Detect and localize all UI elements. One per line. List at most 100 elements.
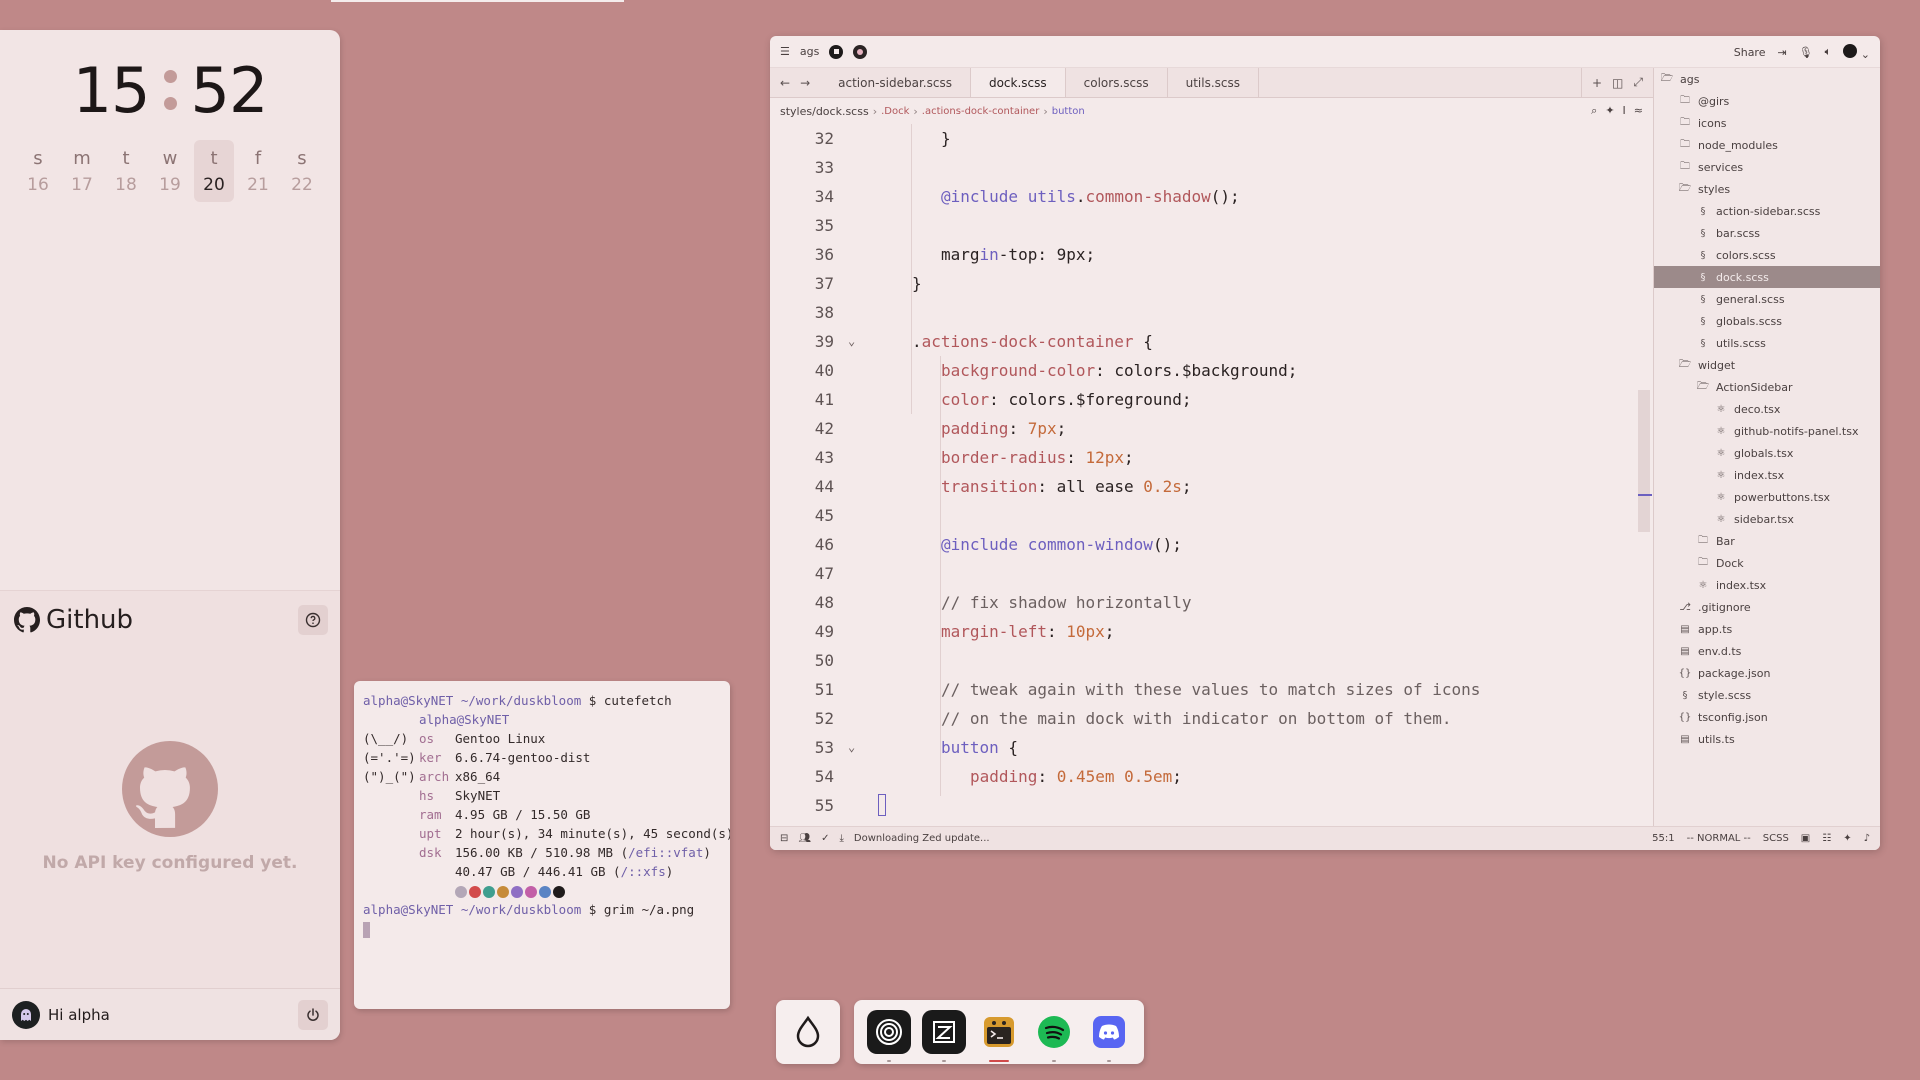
line-number[interactable]: 39 — [770, 327, 834, 356]
tree-folder[interactable]: 🗁 widget — [1654, 354, 1880, 376]
editor-tab[interactable]: colors.scss — [1066, 68, 1168, 97]
line-number[interactable]: 32 — [770, 124, 834, 153]
assistant-toggle-icon[interactable]: ✦ — [1843, 833, 1851, 844]
terminal-toggle-icon[interactable]: ▣ — [1801, 833, 1810, 844]
editor-tab[interactable]: action-sidebar.scss — [820, 68, 971, 97]
tree-folder[interactable]: 🗀 Dock — [1654, 552, 1880, 574]
calendar-day[interactable]: s 16 — [18, 140, 58, 202]
forward-arrow-icon[interactable]: → — [800, 76, 810, 90]
tree-folder[interactable]: 🗁 ags — [1654, 68, 1880, 90]
collab-icon[interactable]: 👥︎ — [798, 833, 811, 844]
tree-file[interactable]: ▤ env.d.ts — [1654, 640, 1880, 662]
tree-folder[interactable]: 🗀 Bar — [1654, 530, 1880, 552]
menu-icon[interactable]: ☰ — [780, 45, 790, 58]
tree-file[interactable]: {} package.json — [1654, 662, 1880, 684]
line-number[interactable]: 42 — [770, 414, 834, 443]
language-selector[interactable]: SCSS — [1763, 833, 1789, 844]
editor-tab[interactable]: utils.scss — [1168, 68, 1260, 97]
line-number[interactable]: 34 — [770, 182, 834, 211]
tree-file[interactable]: § style.scss — [1654, 684, 1880, 706]
avatar-icon[interactable] — [853, 44, 868, 59]
tree-folder[interactable]: 🗀 node_modules — [1654, 134, 1880, 156]
tree-folder[interactable]: 🗁 ActionSidebar — [1654, 376, 1880, 398]
calendar-day[interactable]: s 22 — [282, 140, 322, 202]
project-name[interactable]: ags — [800, 45, 819, 58]
avatar[interactable] — [12, 1000, 40, 1029]
dock-app[interactable] — [977, 1010, 1021, 1062]
tree-file[interactable]: § utils.scss — [1654, 332, 1880, 354]
split-icon[interactable]: ◫ — [1612, 76, 1623, 90]
line-number[interactable]: 33 — [770, 153, 834, 182]
line-number[interactable]: 52 — [770, 704, 834, 733]
tree-file[interactable]: ⎇ .gitignore — [1654, 596, 1880, 618]
outline-icon[interactable]: ☷ — [1822, 833, 1831, 844]
dock-app[interactable] — [867, 1010, 912, 1062]
line-number[interactable]: 55 — [770, 791, 834, 816]
calendar-day[interactable]: t 18 — [106, 140, 146, 202]
fold-chevron-icon[interactable]: ⌄ — [848, 733, 860, 762]
line-number[interactable]: 50 — [770, 646, 834, 675]
scrollbar-thumb[interactable] — [1638, 390, 1650, 532]
new-tab-icon[interactable]: + — [1592, 76, 1602, 90]
line-number[interactable]: 35 — [770, 211, 834, 240]
tree-file[interactable]: § general.scss — [1654, 288, 1880, 310]
code-area[interactable]: 32} 33 34 @include utils.common-shadow(); 35… — [770, 124, 1653, 816]
tree-file[interactable]: ⚛ deco.tsx — [1654, 398, 1880, 420]
tree-file[interactable]: ⚛ powerbuttons.tsx — [1654, 486, 1880, 508]
calendar-day[interactable]: m 17 — [62, 140, 102, 202]
tree-file[interactable]: {} tsconfig.json — [1654, 706, 1880, 728]
leave-icon[interactable]: ⇥ — [1777, 46, 1786, 59]
maximize-icon[interactable]: ⤢ — [1633, 75, 1643, 90]
calendar-day[interactable]: w 19 — [150, 140, 190, 202]
tree-file[interactable]: § action-sidebar.scss — [1654, 200, 1880, 222]
check-icon[interactable]: ✓ — [821, 833, 829, 844]
bell-icon[interactable]: ♪ — [1864, 833, 1870, 844]
dock-app[interactable] — [1087, 1010, 1131, 1062]
power-button[interactable] — [298, 1000, 328, 1030]
line-number[interactable]: 48 — [770, 588, 834, 617]
settings-icon[interactable]: ≈ — [1634, 104, 1643, 118]
line-number[interactable]: 38 — [770, 298, 834, 327]
cursor-position[interactable]: 55:1 — [1652, 833, 1674, 844]
tree-file[interactable]: § colors.scss — [1654, 244, 1880, 266]
cursor-icon[interactable]: I — [1623, 104, 1626, 118]
search-icon[interactable]: ⌕ — [1591, 104, 1597, 118]
back-arrow-icon[interactable]: ← — [780, 76, 790, 90]
tree-file[interactable]: ⚛ index.tsx — [1654, 464, 1880, 486]
line-number[interactable]: 49 — [770, 617, 834, 646]
line-number[interactable]: 53 — [770, 733, 834, 762]
tree-folder[interactable]: 🗀 icons — [1654, 112, 1880, 134]
line-number[interactable]: 43 — [770, 443, 834, 472]
breadcrumb-selector[interactable]: .Dock — [881, 106, 909, 117]
line-number[interactable]: 54 — [770, 762, 834, 791]
breadcrumb-selector[interactable]: button — [1052, 106, 1085, 117]
tree-file[interactable]: § bar.scss — [1654, 222, 1880, 244]
terminal-window[interactable]: alpha@SkyNET ~/work/duskbloom $ cutefetc… — [354, 681, 730, 1009]
fold-chevron-icon[interactable]: ⌄ — [848, 327, 860, 356]
breadcrumb-selector[interactable]: .actions-dock-container — [922, 106, 1040, 117]
tree-file[interactable]: § globals.scss — [1654, 310, 1880, 332]
panel-toggle-icon[interactable]: ⊟ — [780, 833, 788, 844]
line-number[interactable]: 51 — [770, 675, 834, 704]
tree-file[interactable]: ⚛ index.tsx — [1654, 574, 1880, 596]
line-number[interactable]: 47 — [770, 559, 834, 588]
line-number[interactable]: 41 — [770, 385, 834, 414]
tree-folder[interactable]: 🗀 services — [1654, 156, 1880, 178]
tree-folder[interactable]: 🗀 @girs — [1654, 90, 1880, 112]
tree-file[interactable]: ▤ app.ts — [1654, 618, 1880, 640]
line-number[interactable]: 36 — [770, 240, 834, 269]
speaker-icon[interactable]: 🔈︎ — [1825, 45, 1832, 59]
tree-file[interactable]: ▤ utils.ts — [1654, 728, 1880, 750]
microphone-icon[interactable]: 🎙︎ — [1799, 46, 1813, 59]
calendar-day[interactable]: f 21 — [238, 140, 278, 202]
stop-icon[interactable] — [829, 44, 844, 59]
line-number[interactable]: 40 — [770, 356, 834, 385]
tree-file[interactable]: ⚛ sidebar.tsx — [1654, 508, 1880, 530]
editor-tab[interactable]: dock.scss — [970, 68, 1066, 97]
dock-app[interactable] — [922, 1010, 967, 1062]
tree-file[interactable]: ⚛ globals.tsx — [1654, 442, 1880, 464]
tree-file[interactable]: § dock.scss — [1654, 266, 1880, 288]
user-menu-icon[interactable]: ⌄ — [1843, 43, 1870, 61]
breadcrumb[interactable]: styles/dock.scss › .Dock › .actions-dock-c… — [770, 98, 1653, 124]
breadcrumb-file[interactable]: styles/dock.scss — [780, 105, 869, 118]
